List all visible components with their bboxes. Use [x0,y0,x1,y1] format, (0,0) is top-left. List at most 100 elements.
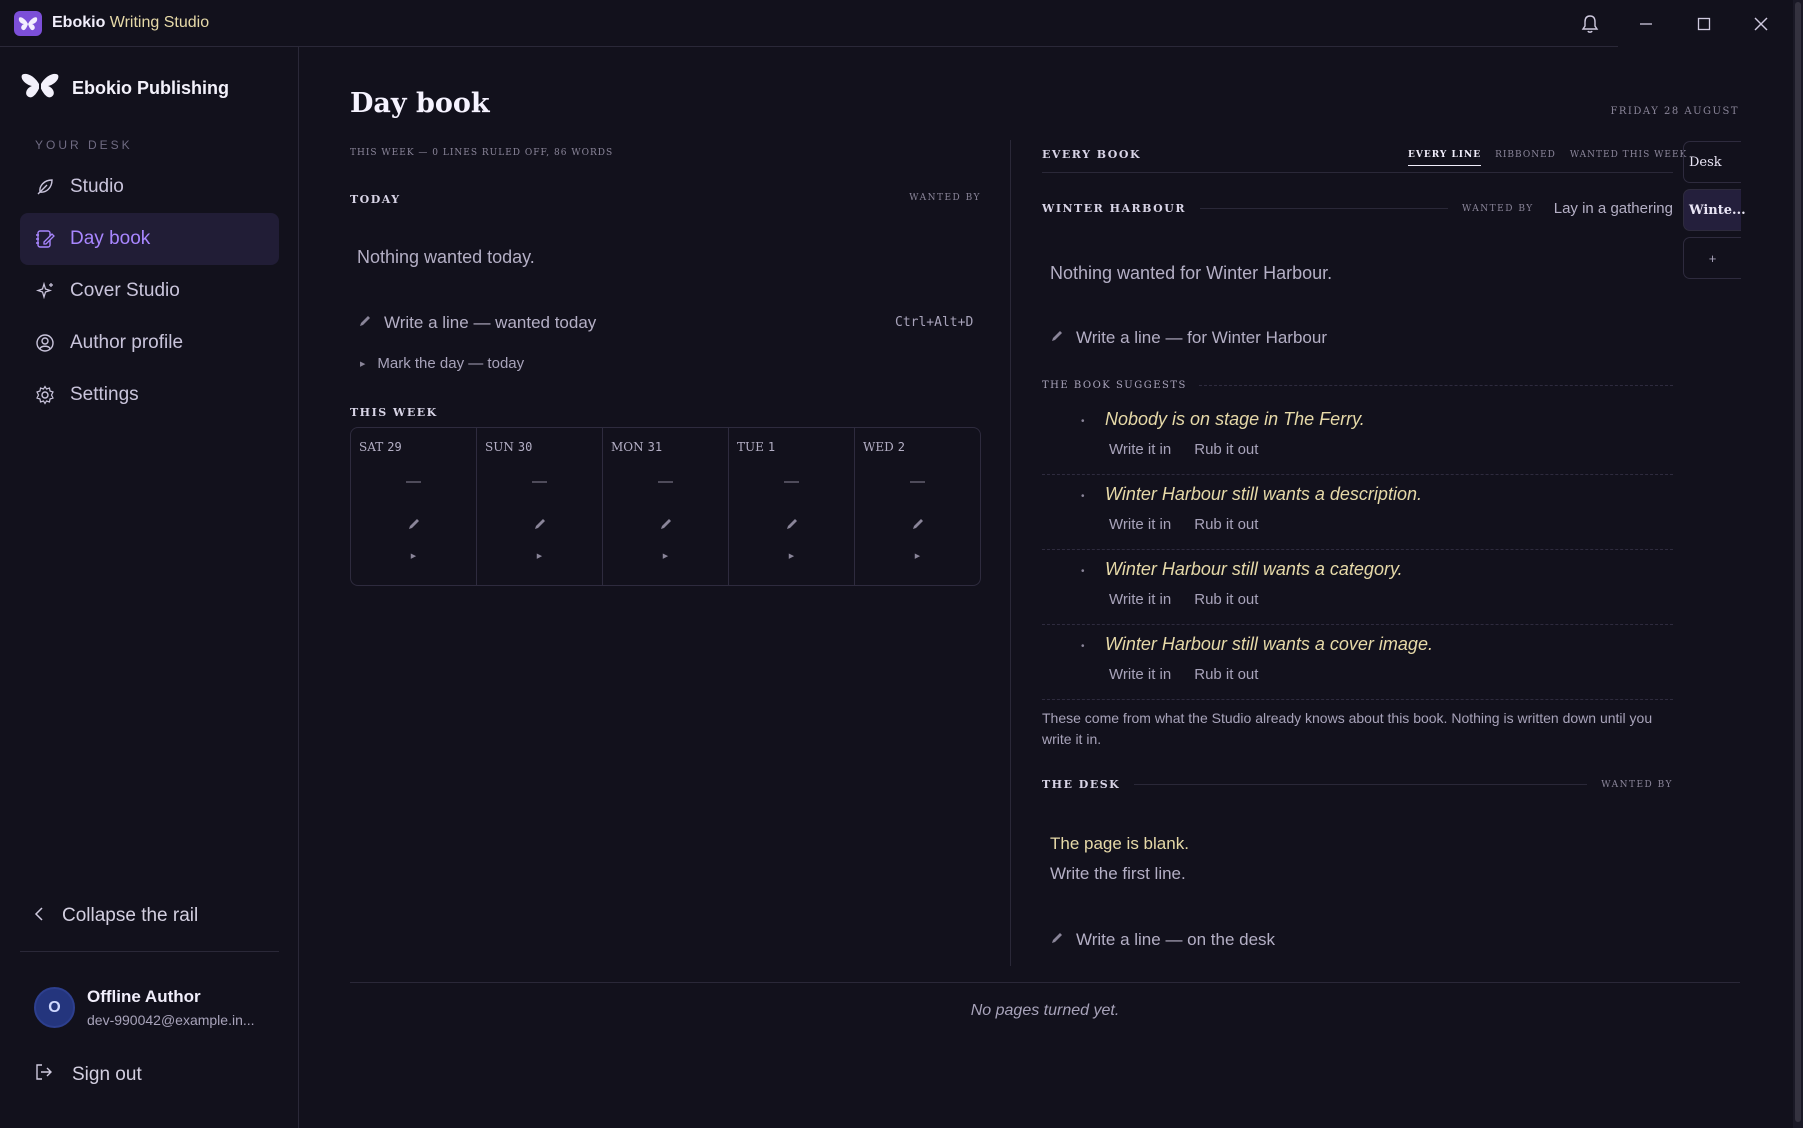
divider [1134,784,1588,785]
caret-right-icon[interactable]: ▶ [855,552,980,560]
maximize-icon[interactable] [1692,12,1716,36]
book-header: WINTER HARBOUR WANTED BY Lay in a gather… [1042,200,1673,217]
day-name: TUE [737,440,764,454]
app-title: Ebokio Writing Studio [52,14,210,31]
suggestion-text: Winter Harbour still wants a category. [1105,559,1403,579]
rub-it-out-button[interactable]: Rub it out [1194,666,1258,683]
footer-divider [350,982,1740,983]
rub-it-out-button[interactable]: Rub it out [1194,516,1258,533]
caret-right-icon: ▶ [360,360,366,368]
gear-icon [34,384,56,406]
write-line-desk-button[interactable]: Write a line — on the desk [1050,930,1275,950]
sparkles-icon [34,280,56,302]
bell-icon[interactable] [1578,12,1602,36]
day-name: SUN [485,440,514,454]
user-card[interactable]: O Offline Author dev-990042@example.in..… [34,987,255,1028]
bullet: • [1081,566,1085,577]
pencil-icon [358,313,372,333]
page-subtitle: THIS WEEK — 0 LINES RULED OFF, 86 WORDS [350,148,614,158]
day-count: — [532,473,547,490]
caret-right-icon[interactable]: ▶ [477,552,602,560]
sidebar-item-label: Cover Studio [70,280,180,301]
mark-day-button[interactable]: ▶ Mark the day — today [360,355,524,372]
collapse-rail-button[interactable]: Collapse the rail [34,905,198,927]
sidebar-item-settings[interactable]: Settings [20,369,279,421]
suggestion-text: Winter Harbour still wants a cover image… [1105,634,1433,654]
close-icon[interactable] [1749,12,1773,36]
book-tab-desk[interactable]: Desk [1683,141,1741,183]
column-divider [1010,140,1011,966]
wanted-by-label: WANTED BY [1462,203,1534,214]
pencil-icon[interactable] [351,517,476,531]
sidebar-item-day-book[interactable]: Day book [20,213,279,265]
day-number: 31 [647,440,663,454]
brand-name: Ebokio Publishing [72,78,229,98]
day-name: WED [863,440,894,454]
book-tabs: Desk Winte... + [1683,141,1746,285]
suggestion-item: • Winter Harbour still wants a descripti… [1042,475,1673,550]
butterfly-logo-icon [20,71,60,106]
write-line-today-button[interactable]: Write a line — wanted today [358,313,596,333]
day-number: 29 [387,440,402,454]
write-line-label: Write a line — wanted today [384,313,597,332]
rub-it-out-button[interactable]: Rub it out [1194,441,1258,458]
sign-out-button[interactable]: Sign out [34,1062,142,1088]
day-cell[interactable]: SUN 30 — ▶ [477,428,603,585]
pencil-icon[interactable] [855,517,980,531]
day-cell[interactable]: MON 31 — ▶ [603,428,729,585]
day-cell[interactable]: WED 2 — ▶ [855,428,980,585]
rub-it-out-button[interactable]: Rub it out [1194,591,1258,608]
caret-right-icon[interactable]: ▶ [603,552,728,560]
add-book-tab-button[interactable]: + [1683,237,1741,279]
filter-ribboned[interactable]: RIBBONED [1495,150,1556,166]
every-book-divider [1042,172,1673,173]
day-count: — [784,473,799,490]
page-title: Day book [350,88,490,119]
write-line-label: Write a line — on the desk [1076,930,1276,949]
suggestions-note: These come from what the Studio already … [1042,710,1653,747]
day-cell[interactable]: SAT 29 — ▶ [351,428,477,585]
caret-right-icon[interactable]: ▶ [729,552,854,560]
filter-tabs: EVERY LINE RIBBONED WANTED THIS WEEK [1408,150,1687,166]
user-email: dev-990042@example.in... [87,1012,255,1028]
log-out-icon [34,1062,54,1088]
butterfly-icon [14,11,42,36]
shortcut-hint: Ctrl+Alt+D [895,315,974,330]
sidebar-item-studio[interactable]: Studio [20,161,279,213]
write-it-in-button[interactable]: Write it in [1109,516,1171,533]
book-empty-state: Nothing wanted for Winter Harbour. [1050,263,1333,283]
sidebar: Ebokio Publishing YOUR DESK Studio Day b… [0,47,299,1128]
chevron-left-icon [34,905,44,927]
sidebar-item-author-profile[interactable]: Author profile [20,317,279,369]
brand[interactable]: Ebokio Publishing [20,71,229,106]
pencil-icon [1050,930,1064,950]
minimize-icon[interactable] [1634,12,1658,36]
wanted-by-label: WANTED BY [1601,779,1673,790]
day-number: 2 [897,440,905,454]
day-cell[interactable]: TUE 1 — ▶ [729,428,855,585]
notebook-pen-icon [34,228,56,250]
pencil-icon[interactable] [477,517,602,531]
suggestion-item: • Winter Harbour still wants a cover ima… [1042,625,1673,700]
pencil-icon[interactable] [603,517,728,531]
book-tab-winter-harbour[interactable]: Winte... [1683,189,1746,231]
write-it-in-button[interactable]: Write it in [1109,441,1171,458]
week-strip: SAT 29 — ▶ SUN 30 — ▶ MON 31 — ▶ TUE 1 — ▶ W… [350,427,981,586]
write-it-in-button[interactable]: Write it in [1109,591,1171,608]
desk-label: THE DESK [1042,778,1121,791]
sidebar-nav: Studio Day book Cover Studio Author prof… [20,161,279,421]
scrollbar-thumb[interactable] [1795,2,1801,1122]
every-book-heading: EVERY BOOK [1042,148,1142,161]
filter-wanted-this-week[interactable]: WANTED THIS WEEK [1570,150,1687,166]
sidebar-item-label: Settings [70,384,139,405]
sidebar-item-cover-studio[interactable]: Cover Studio [20,265,279,317]
filter-every-line[interactable]: EVERY LINE [1408,150,1482,166]
today-label: TODAY [350,193,401,206]
suggestion-item: • Winter Harbour still wants a category.… [1042,550,1673,625]
write-line-book-button[interactable]: Write a line — for Winter Harbour [1050,328,1327,348]
write-it-in-button[interactable]: Write it in [1109,666,1171,683]
no-pages-message: No pages turned yet. [970,1002,1120,1019]
caret-right-icon[interactable]: ▶ [351,552,476,560]
wanted-by-value[interactable]: Lay in a gathering [1554,200,1673,217]
pencil-icon[interactable] [729,517,854,531]
